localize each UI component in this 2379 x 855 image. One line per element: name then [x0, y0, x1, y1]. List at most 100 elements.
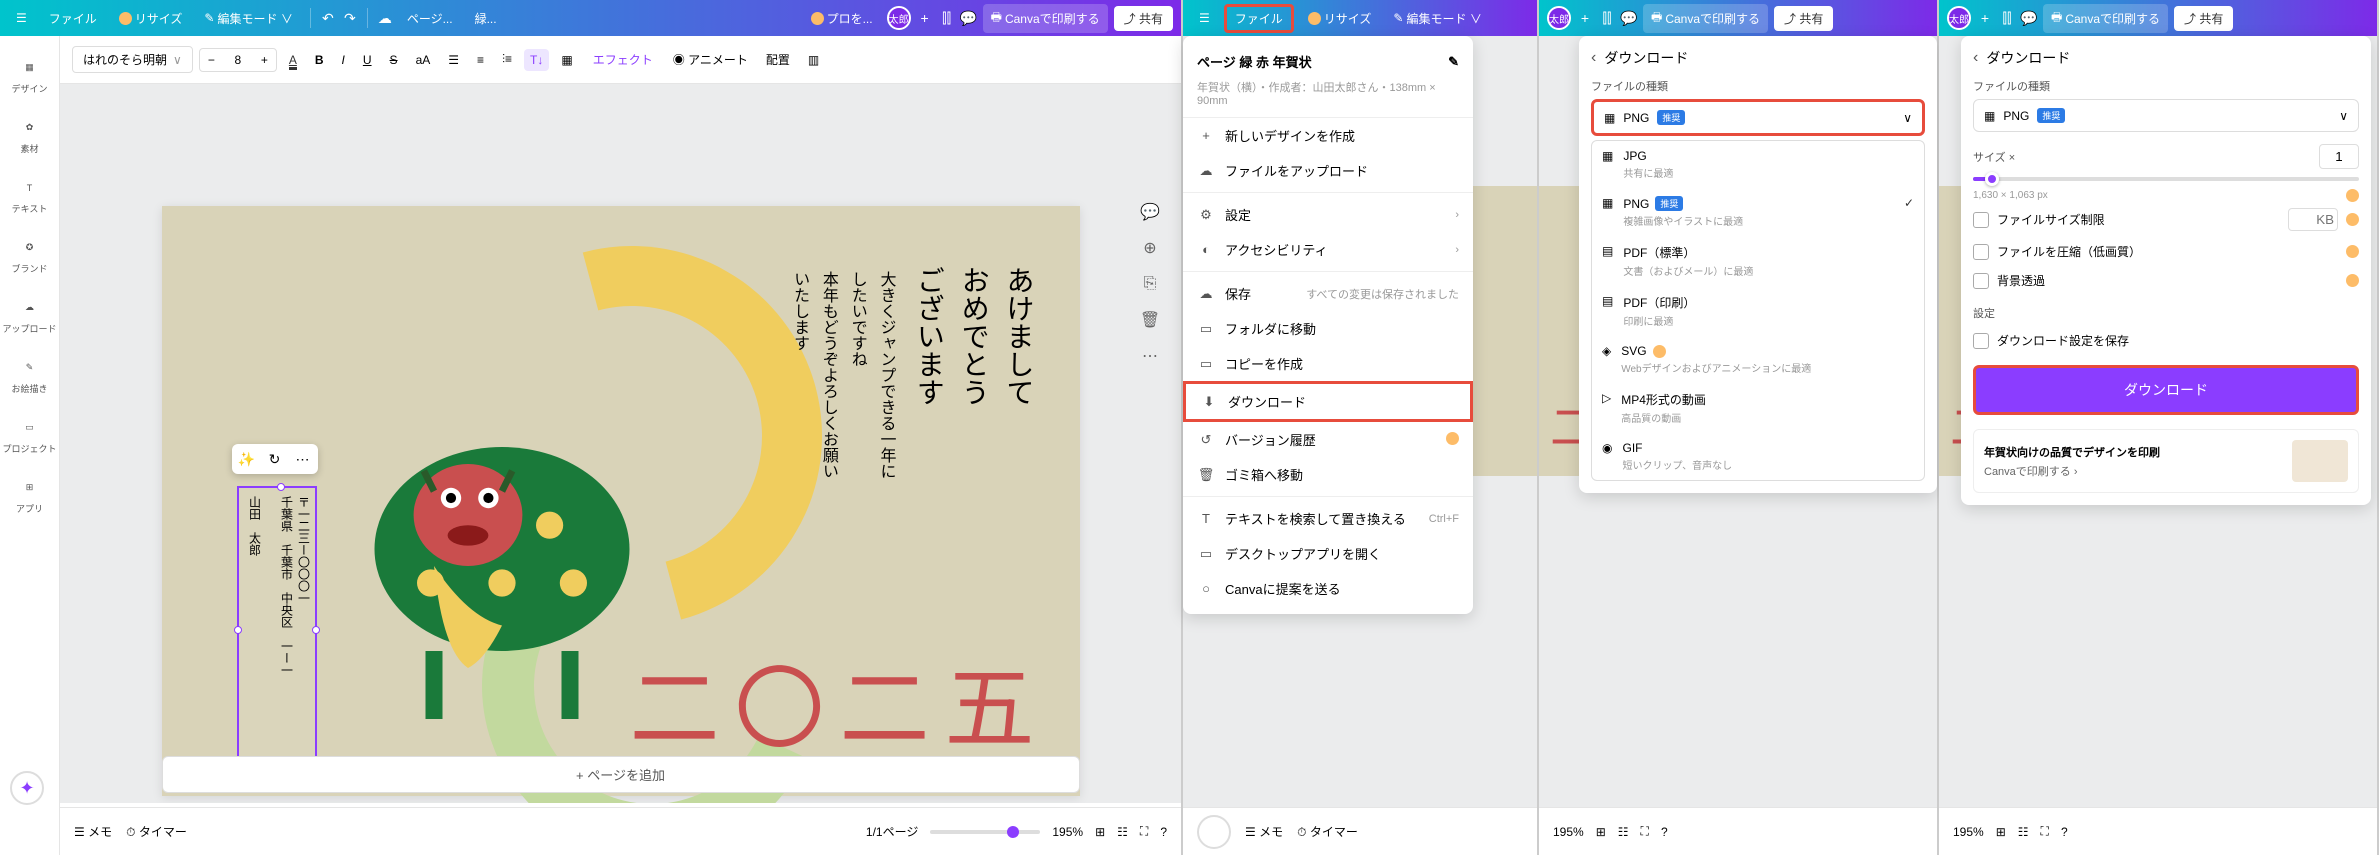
size-plus[interactable]: +: [253, 49, 276, 71]
user-avatar[interactable]: 太郎: [887, 6, 911, 30]
menu-item-12[interactable]: ○Canvaに提案を送る: [1183, 571, 1473, 606]
text-color-btn[interactable]: A: [283, 49, 303, 71]
transparency-btn[interactable]: ▥: [802, 49, 825, 71]
fullscreen-icon[interactable]: ⛶: [1641, 824, 1649, 839]
fullscreen-icon[interactable]: ⛶: [1140, 824, 1148, 839]
font-size[interactable]: − +: [199, 48, 277, 72]
sidebar-アプリ[interactable]: ⊞アプリ: [2, 468, 58, 524]
sub-text[interactable]: 大きくジャンプできる一年に したいですね 本年もどうぞよろしくお願い いたします: [784, 271, 899, 479]
resize-btn[interactable]: リサイズ: [1300, 7, 1380, 30]
undo-btn[interactable]: ↶: [320, 10, 336, 26]
resize-btn[interactable]: リサイズ: [111, 7, 191, 30]
memo-btn[interactable]: ☰ メモ: [74, 823, 112, 840]
italic-btn[interactable]: I: [336, 49, 351, 71]
print-promo[interactable]: 年賀状向けの品質でデザインを印刷 Canvaで印刷する ›: [1973, 429, 2359, 493]
share-btn[interactable]: ⤴ 共有: [1774, 6, 1833, 31]
download-button[interactable]: ダウンロード: [1973, 365, 2359, 415]
file-type-select[interactable]: ▦PNG 推奨 ∨: [1973, 99, 2359, 132]
underline-btn[interactable]: U: [357, 49, 378, 71]
greeting-text[interactable]: あけまして おめでとう ございます: [905, 266, 1039, 406]
comment-icon[interactable]: 💬: [961, 10, 977, 26]
doc-title-2[interactable]: 緑...: [467, 7, 505, 30]
check-背景透過[interactable]: 背景透過: [1973, 266, 2359, 295]
menu-item-1[interactable]: ☁ファイルをアップロード: [1183, 153, 1473, 188]
menu-item-6[interactable]: ▭コピーを作成: [1183, 346, 1473, 381]
sidebar-アップロード[interactable]: ☁アップロード: [2, 288, 58, 344]
crop-btn[interactable]: ▦: [555, 49, 578, 71]
comment-canvas-icon[interactable]: 💬: [1137, 199, 1163, 225]
sidebar-プロジェクト[interactable]: ▭プロジェクト: [2, 408, 58, 464]
grid-view-icon[interactable]: ⊞: [1596, 825, 1606, 839]
analytics-icon[interactable]: ⫿⫿: [1999, 10, 2015, 26]
grid-view-icon[interactable]: ⊞: [1095, 825, 1105, 839]
user-avatar[interactable]: 太郎: [1947, 6, 1971, 30]
size-input[interactable]: [223, 53, 253, 67]
doc-title[interactable]: ページ...: [399, 7, 461, 30]
edit-mode-btn[interactable]: ✎編集モード ∨: [1385, 7, 1489, 30]
menu-item-0[interactable]: +新しいデザインを作成: [1183, 118, 1473, 153]
delete-icon[interactable]: 🗑: [1137, 307, 1163, 333]
ai-fab-btn[interactable]: ✦: [10, 771, 44, 805]
menu-item-3[interactable]: ◐アクセシビリティ›: [1183, 232, 1473, 267]
print-btn[interactable]: 🖶 Canvaで印刷する: [983, 4, 1108, 33]
list-view-icon[interactable]: ☷: [1117, 825, 1128, 839]
share-btn[interactable]: ⤴ 共有: [1114, 6, 1173, 31]
list-view-icon[interactable]: ☷: [1618, 825, 1629, 839]
timer-btn[interactable]: ⏱ タイマー: [1297, 823, 1358, 840]
add-page-btn[interactable]: + ページを追加: [162, 756, 1080, 793]
cloud-sync-icon[interactable]: ☁: [377, 10, 393, 26]
sidebar-デザイン[interactable]: ▦デザイン: [2, 48, 58, 104]
pro-btn[interactable]: プロを...: [803, 7, 881, 30]
comment-icon[interactable]: 💬: [2021, 10, 2037, 26]
edit-mode-btn[interactable]: ✎編集モード ∨: [196, 7, 300, 30]
add-user-icon[interactable]: +: [1577, 10, 1593, 26]
fullscreen-icon[interactable]: ⛶: [2041, 824, 2049, 839]
menu-item-10[interactable]: Tテキストを検索して置き換えるCtrl+F: [1183, 501, 1473, 536]
menu-item-8[interactable]: ↺バージョン履歴: [1183, 422, 1473, 457]
list-btn[interactable]: ≡: [471, 49, 490, 71]
timer-btn[interactable]: ⏱ タイマー: [126, 823, 187, 840]
bold-btn[interactable]: B: [309, 49, 330, 71]
opt-MP4形式の動画[interactable]: ▷MP4形式の動画高品質の動画: [1592, 383, 1924, 433]
opt-JPG[interactable]: ▦JPG共有に最適: [1592, 141, 1924, 188]
sidebar-お絵描き[interactable]: ✎お絵描き: [2, 348, 58, 404]
add-user-icon[interactable]: +: [1977, 10, 1993, 26]
save-settings-check[interactable]: ダウンロード設定を保存: [1973, 326, 2359, 355]
canvas-add-icon[interactable]: ⊕: [1137, 235, 1163, 261]
font-selector[interactable]: はれのそら明朝 ∨: [72, 46, 193, 73]
duplicate-icon[interactable]: ⎘: [1137, 271, 1163, 297]
help-icon[interactable]: ?: [1661, 825, 1668, 839]
size-slider[interactable]: [1973, 177, 2359, 181]
grid-view-icon[interactable]: ⊞: [1996, 825, 2006, 839]
menu-item-7[interactable]: ⬇ダウンロード: [1183, 381, 1473, 422]
print-btn[interactable]: 🖶 Canvaで印刷する: [2043, 4, 2168, 33]
share-btn[interactable]: ⤴ 共有: [2174, 6, 2233, 31]
user-avatar[interactable]: 太郎: [1547, 6, 1571, 30]
redo-btn[interactable]: ↷: [342, 10, 358, 26]
file-menu-btn[interactable]: ファイル: [1224, 4, 1294, 33]
add-user-icon[interactable]: +: [917, 10, 933, 26]
page-count[interactable]: 1/1ページ: [866, 823, 918, 840]
size-minus[interactable]: −: [200, 49, 223, 71]
memo-btn[interactable]: ☰ メモ: [1245, 823, 1283, 840]
check-ファイルサイズ制限[interactable]: ファイルサイズ制限: [1973, 202, 2359, 237]
canvas-more-icon[interactable]: ⋯: [1137, 343, 1163, 369]
back-icon[interactable]: ‹: [1973, 49, 1978, 67]
zoom-slider[interactable]: [930, 830, 1040, 834]
sidebar-素材[interactable]: ✿素材: [2, 108, 58, 164]
print-btn[interactable]: 🖶 Canvaで印刷する: [1643, 4, 1768, 33]
sidebar-ブランド[interactable]: ✪ブランド: [2, 228, 58, 284]
design-canvas[interactable]: あけまして おめでとう ございます 大きくジャンプできる一年に したいですね 本…: [162, 206, 1080, 796]
analytics-icon[interactable]: ⫿⫿: [1599, 10, 1615, 26]
opt-GIF[interactable]: ◉GIF短いクリップ、音声なし: [1592, 433, 1924, 480]
menu-item-11[interactable]: ▭デスクトップアプリを開く: [1183, 536, 1473, 571]
menu-item-4[interactable]: ☁保存すべての変更は保存されました: [1183, 276, 1473, 311]
align-btn[interactable]: ☰: [442, 49, 465, 71]
help-icon[interactable]: ?: [2061, 825, 2068, 839]
menu-item-2[interactable]: ⚙設定›: [1183, 197, 1473, 232]
file-type-select[interactable]: ▦PNG 推奨 ∨: [1591, 99, 1925, 136]
zoom-value[interactable]: 195%: [1953, 825, 1984, 839]
help-icon[interactable]: ?: [1160, 825, 1167, 839]
back-icon[interactable]: ‹: [1591, 49, 1596, 67]
menu-icon[interactable]: ☰: [1191, 8, 1218, 28]
